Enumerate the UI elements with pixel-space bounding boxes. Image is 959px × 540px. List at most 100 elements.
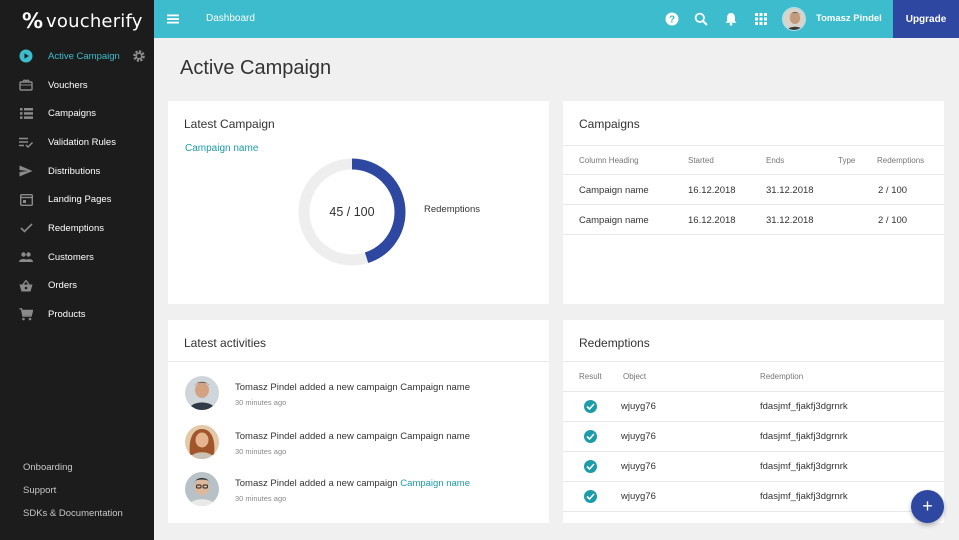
sidebar-item-orders[interactable]: Orders: [0, 272, 154, 301]
activity-description: Tomasz Pindel added a new campaign Campa…: [235, 382, 470, 393]
end-date: 31.12.2018: [766, 215, 814, 226]
sidebar-item-active-campaign[interactable]: Active Campaign: [0, 42, 154, 71]
sidebar-item-label: Validation Rules: [48, 136, 116, 148]
upgrade-button[interactable]: Upgrade: [893, 0, 959, 38]
sidebar-item-validation-rules[interactable]: Validation Rules: [0, 128, 154, 157]
sidebar-item-label: Orders: [48, 280, 78, 292]
redemptions-card: Redemptions Result Object Redemption wju…: [563, 320, 944, 523]
campaign-name-link[interactable]: Campaign name: [579, 215, 649, 226]
sidebar-item-customers[interactable]: Customers: [0, 243, 154, 272]
column-header[interactable]: Redemption: [760, 372, 803, 381]
table-row[interactable]: wjuyg76 fdasjmf_fjakfj3dgrnrk: [563, 482, 944, 512]
play-circle-icon: [18, 48, 34, 64]
sidebar: % voucherify Active Campaign Vouchers Ca…: [0, 0, 154, 540]
rules-icon: [18, 134, 34, 150]
user-name[interactable]: Tomasz Pindel: [816, 13, 882, 24]
object-link[interactable]: wjuyg76: [621, 491, 656, 502]
activity-text: Tomasz Pindel added a new campaign Campa…: [235, 431, 470, 442]
onboarding-link[interactable]: Onboarding: [23, 460, 123, 483]
sidebar-nav: Active Campaign Vouchers Campaigns Valid…: [0, 42, 154, 329]
column-header[interactable]: Started: [688, 156, 714, 165]
activity-link[interactable]: Campaign name: [400, 478, 470, 489]
apps-grid-icon[interactable]: [754, 12, 768, 26]
activity-time: 30 minutes ago: [235, 447, 287, 456]
sidebar-item-vouchers[interactable]: Vouchers: [0, 71, 154, 100]
card-title: Latest Campaign: [184, 117, 275, 131]
topbar: Dashboard ? Tomasz Pindel Upgrade: [154, 0, 959, 38]
sidebar-item-label: Vouchers: [48, 79, 88, 91]
table-row[interactable]: wjuyg76 fdasjmf_fjakfj3dgrnrk: [563, 392, 944, 422]
redemption-link[interactable]: fdasjmf_fjakfj3dgrnrk: [760, 461, 848, 472]
card-title: Campaigns: [579, 117, 640, 131]
table-row[interactable]: wjuyg76 fdasjmf_fjakfj3dgrnrk: [563, 422, 944, 452]
send-icon: [18, 163, 34, 179]
avatar: [185, 376, 219, 410]
activity-text: Tomasz Pindel added a new campaign Campa…: [235, 382, 470, 393]
sidebar-item-campaigns[interactable]: Campaigns: [0, 99, 154, 128]
sidebar-item-label: Distributions: [48, 165, 101, 177]
success-check-icon: [584, 490, 597, 503]
sidebar-footer-links: Onboarding Support SDKs & Documentation: [23, 460, 123, 529]
campaign-link[interactable]: Campaign name: [185, 143, 258, 154]
campaign-name-link[interactable]: Campaign name: [579, 185, 649, 196]
table-row[interactable]: Campaign name 16.12.2018 31.12.2018 2 / …: [563, 205, 944, 235]
support-link[interactable]: Support: [23, 483, 123, 506]
column-header[interactable]: Ends: [766, 156, 784, 165]
user-avatar[interactable]: [782, 7, 806, 31]
object-link[interactable]: wjuyg76: [621, 431, 656, 442]
column-header[interactable]: Type: [838, 156, 855, 165]
latest-campaign-card: Latest Campaign Campaign name 45 / 100 R…: [168, 101, 549, 304]
redemption-link[interactable]: fdasjmf_fjakfj3dgrnrk: [760, 431, 848, 442]
activity-time: 30 minutes ago: [235, 494, 287, 503]
redemption-link[interactable]: fdasjmf_fjakfj3dgrnrk: [760, 401, 848, 412]
logo-mark: %: [22, 9, 44, 33]
redemption-link[interactable]: fdasjmf_fjakfj3dgrnrk: [760, 491, 848, 502]
check-icon: [18, 220, 34, 236]
logo-text: voucherify: [46, 10, 143, 32]
avatar: [185, 425, 219, 459]
add-fab-button[interactable]: +: [911, 490, 944, 523]
landing-page-icon: [18, 192, 34, 208]
column-header[interactable]: Result: [579, 372, 602, 381]
redemption-count: 2 / 100: [878, 215, 908, 226]
people-icon: [18, 249, 34, 265]
hamburger-menu-icon[interactable]: [166, 12, 180, 26]
end-date: 31.12.2018: [766, 185, 814, 196]
redemption-count: 2 / 100: [878, 185, 908, 196]
object-link[interactable]: wjuyg76: [621, 461, 656, 472]
docs-link[interactable]: SDKs & Documentation: [23, 506, 123, 529]
card-title: Redemptions: [579, 336, 650, 350]
basket-icon: [18, 278, 34, 294]
column-header[interactable]: Redemptions: [877, 156, 924, 165]
activity-description: Tomasz Pindel added a new campaign Campa…: [235, 431, 470, 442]
svg-text:?: ?: [669, 15, 675, 26]
sidebar-item-distributions[interactable]: Distributions: [0, 157, 154, 186]
sidebar-item-label: Products: [48, 309, 86, 321]
activity-item: Tomasz Pindel added a new campaign Campa…: [185, 425, 535, 465]
search-icon[interactable]: [694, 12, 708, 26]
sidebar-item-redemptions[interactable]: Redemptions: [0, 214, 154, 243]
sidebar-item-products[interactable]: Products: [0, 300, 154, 329]
table-header: Result Object Redemption: [563, 362, 944, 392]
sidebar-item-label: Landing Pages: [48, 194, 112, 206]
voucher-icon: [18, 77, 34, 93]
sidebar-item-label: Active Campaign: [48, 50, 120, 62]
column-header[interactable]: Object: [623, 372, 646, 381]
gear-icon[interactable]: [132, 49, 146, 63]
sidebar-item-landing-pages[interactable]: Landing Pages: [0, 185, 154, 214]
column-header[interactable]: Column Heading: [579, 156, 639, 165]
table-row[interactable]: Campaign name 16.12.2018 31.12.2018 2 / …: [563, 175, 944, 205]
breadcrumb[interactable]: Dashboard: [206, 13, 255, 24]
object-link[interactable]: wjuyg76: [621, 401, 656, 412]
bell-icon[interactable]: [724, 12, 738, 26]
activity-text: Tomasz Pindel added a new campaign Campa…: [235, 478, 470, 489]
table-header: Column Heading Started Ends Type Redempt…: [563, 145, 944, 175]
table-row[interactable]: wjuyg76 fdasjmf_fjakfj3dgrnrk: [563, 452, 944, 482]
activity-time: 30 minutes ago: [235, 398, 287, 407]
started-date: 16.12.2018: [688, 215, 736, 226]
help-icon[interactable]: ?: [665, 12, 679, 26]
campaigns-card: Campaigns Column Heading Started Ends Ty…: [563, 101, 944, 304]
sidebar-item-label: Customers: [48, 251, 94, 263]
logo[interactable]: % voucherify: [22, 9, 143, 33]
page-title: Active Campaign: [180, 57, 332, 79]
